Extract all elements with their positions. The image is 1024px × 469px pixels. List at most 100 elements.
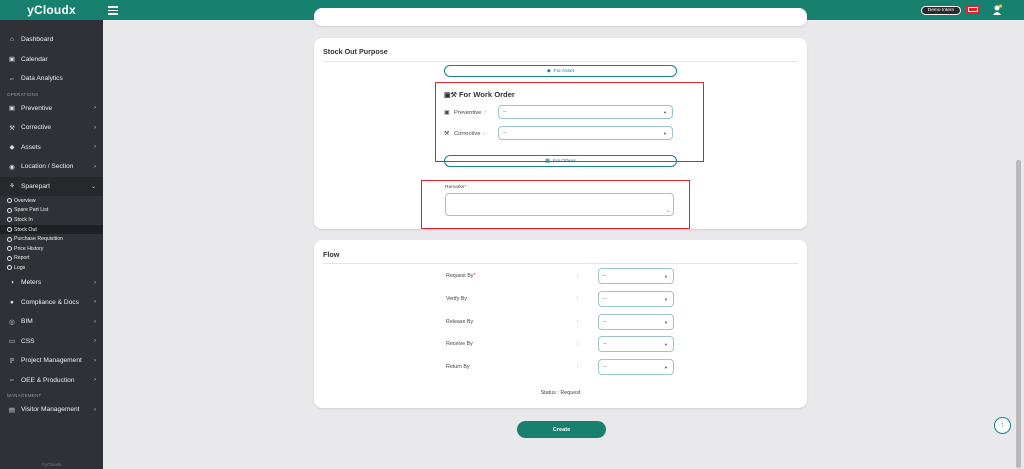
sidebar-subitem-logs[interactable]: Logs	[0, 263, 103, 273]
sidebar-item-data-analytics[interactable]: ∽ Data Analytics	[0, 69, 103, 89]
flag-icon[interactable]	[965, 3, 981, 16]
chevron-right-icon: ›	[94, 144, 96, 151]
sidebar-subitem-spare-part-list[interactable]: Spare Part List	[0, 206, 103, 216]
colon: :	[577, 341, 579, 347]
scroll-to-top-icon[interactable]: ↑	[994, 417, 1011, 434]
sidebar-item-dashboard[interactable]: ⌂ Dashboard	[0, 30, 103, 50]
sidebar-item-visitor-management[interactable]: ▤ Visitor Management ›	[0, 400, 103, 420]
sidebar-subitem-label: Overview	[14, 197, 36, 204]
chevron-right-icon: ›	[94, 299, 96, 305]
sidebar-subitem-label: Price History	[14, 245, 44, 252]
tools-icon: ⚘	[9, 183, 15, 191]
chevron-right-icon: ›	[94, 318, 96, 325]
circle-icon	[7, 246, 12, 252]
sidebar-subitem-purchase-requisition[interactable]: Purchase Requisition	[0, 234, 103, 244]
sidebar-item-label: BIM	[21, 318, 33, 325]
monitor-icon: ▭	[8, 338, 16, 345]
sidebar-subitem-stock-in[interactable]: Stock In	[0, 215, 103, 225]
sidebar-item-label: Meters	[21, 279, 42, 286]
chevron-right-icon: ›	[94, 105, 96, 112]
vertical-scrollbar[interactable]	[1016, 160, 1021, 468]
main-content: Stock Out Purpose ◆ For Asset ▣⚒ For Wor…	[103, 8, 1024, 469]
sidebar-subitem-label: Logs	[14, 264, 26, 271]
sidebar-item-label: Dashboard	[21, 36, 54, 44]
for-asset-button[interactable]: ◆ For Asset	[444, 65, 677, 77]
request-by-label-text: Request By	[446, 273, 474, 279]
request-by-value: --	[603, 273, 607, 279]
sidebar-item-label: Assets	[21, 143, 41, 151]
return-by-select[interactable]: -- ▼	[598, 359, 674, 375]
verify-by-label: Verify By	[446, 296, 467, 302]
sidebar-item-meters[interactable]: ◑ Meters ›	[0, 273, 103, 293]
required-mark: *	[473, 273, 476, 279]
sidebar-item-label: OEE & Production	[21, 376, 75, 384]
status-text: Status : Request	[540, 390, 581, 396]
sidebar-item-label: Corrective	[21, 124, 52, 132]
circle-icon: ●	[10, 298, 14, 306]
home-icon: ⌂	[10, 36, 14, 44]
chevron-down-icon: ⌄	[90, 183, 96, 190]
chevron-right-icon: ›	[94, 357, 96, 364]
circle-icon	[7, 236, 12, 242]
wrench-icon: ⚒	[9, 124, 15, 132]
stock-out-purpose-card: Stock Out Purpose ◆ For Asset ▣⚒ For Wor…	[314, 38, 807, 229]
sidebar-subitem-price-history[interactable]: Price History	[0, 244, 103, 254]
sidebar-item-label: Preventive	[21, 104, 53, 112]
location-icon: ◉	[9, 163, 15, 171]
flow-title: Flow	[323, 250, 340, 259]
sidebar-item-css[interactable]: ▭ CSS ›	[0, 331, 103, 351]
sidebar-subitem-overview[interactable]: Overview	[0, 196, 103, 206]
hamburger-icon[interactable]	[108, 4, 118, 16]
calendar-icon: ▣	[8, 105, 16, 113]
sidebar-item-label: Compliance & Docs	[21, 298, 79, 306]
sidebar-subitem-report[interactable]: Report	[0, 254, 103, 264]
receive-by-select[interactable]: -- ▼	[598, 336, 674, 352]
circle-icon	[7, 265, 12, 271]
sidebar-item-oee-production[interactable]: ∽ OEE & Production ›	[0, 370, 103, 390]
circle-icon	[7, 227, 12, 233]
caret-down-icon: ▼	[664, 319, 668, 325]
project-icon: ℙ	[9, 357, 15, 365]
sidebar-item-assets[interactable]: ◆ Assets ›	[0, 138, 103, 158]
sidebar-subitem-label: Stock In	[14, 216, 33, 223]
circle-icon	[7, 198, 12, 204]
brand-logo[interactable]: yCloudx	[0, 0, 103, 20]
sidebar-item-preventive[interactable]: ▣ Preventive ›	[0, 99, 103, 119]
previous-card	[314, 8, 807, 26]
user-badge[interactable]: Demo Intern	[921, 6, 961, 15]
sidebar-item-label: CSS	[21, 337, 35, 345]
sidebar-footer: ©yCloudx	[41, 462, 62, 467]
release-by-label-text: Release By	[446, 319, 474, 325]
return-by-label-text: Return By	[446, 364, 470, 370]
sidebar-item-calendar[interactable]: ▣ Calendar	[0, 50, 103, 70]
verify-by-label-text: Verify By	[446, 296, 467, 302]
divider	[323, 61, 798, 62]
verify-by-value: --	[603, 296, 607, 302]
release-by-select[interactable]: -- ▼	[598, 314, 674, 330]
sidebar-item-corrective[interactable]: ⚒ Corrective ›	[0, 118, 103, 138]
sidebar-item-compliance-docs[interactable]: ● Compliance & Docs ›	[0, 292, 103, 312]
circle-icon	[7, 207, 12, 213]
sidebar-item-location-section[interactable]: ◉ Location / Section ›	[0, 157, 103, 177]
sidebar-subitem-stock-out[interactable]: Stock Out	[0, 224, 103, 235]
sidebar-subitem-label: Report	[14, 255, 30, 262]
tag-icon: ◆	[546, 68, 551, 74]
sidebar-item-bim[interactable]: ◎ BIM ›	[0, 312, 103, 332]
sidebar-item-label: Sparepart	[21, 182, 50, 190]
chevron-right-icon: ›	[94, 377, 96, 383]
return-by-label: Return By	[446, 364, 470, 370]
sidebar-item-sparepart[interactable]: ⚘ Sparepart ⌄	[0, 176, 103, 196]
caret-down-icon: ▼	[664, 364, 668, 370]
sidebar-item-project-management[interactable]: ℙ Project Management ›	[0, 351, 103, 371]
sidebar-item-label: Calendar	[21, 55, 48, 63]
create-button[interactable]: Create	[517, 421, 606, 438]
caret-down-icon: ▼	[664, 296, 668, 302]
return-by-value: --	[603, 364, 607, 370]
chevron-right-icon: ›	[94, 338, 96, 344]
verify-by-select[interactable]: -- ▼	[598, 291, 674, 307]
gauge-icon: ◑	[10, 279, 14, 286]
bell-icon[interactable]	[991, 4, 1003, 16]
highlight-box-work-order	[435, 82, 704, 162]
sidebar: yCloudx ⌂ Dashboard ▣ Calendar ∽ Data An…	[0, 0, 103, 469]
request-by-select[interactable]: -- ▼	[598, 268, 674, 284]
